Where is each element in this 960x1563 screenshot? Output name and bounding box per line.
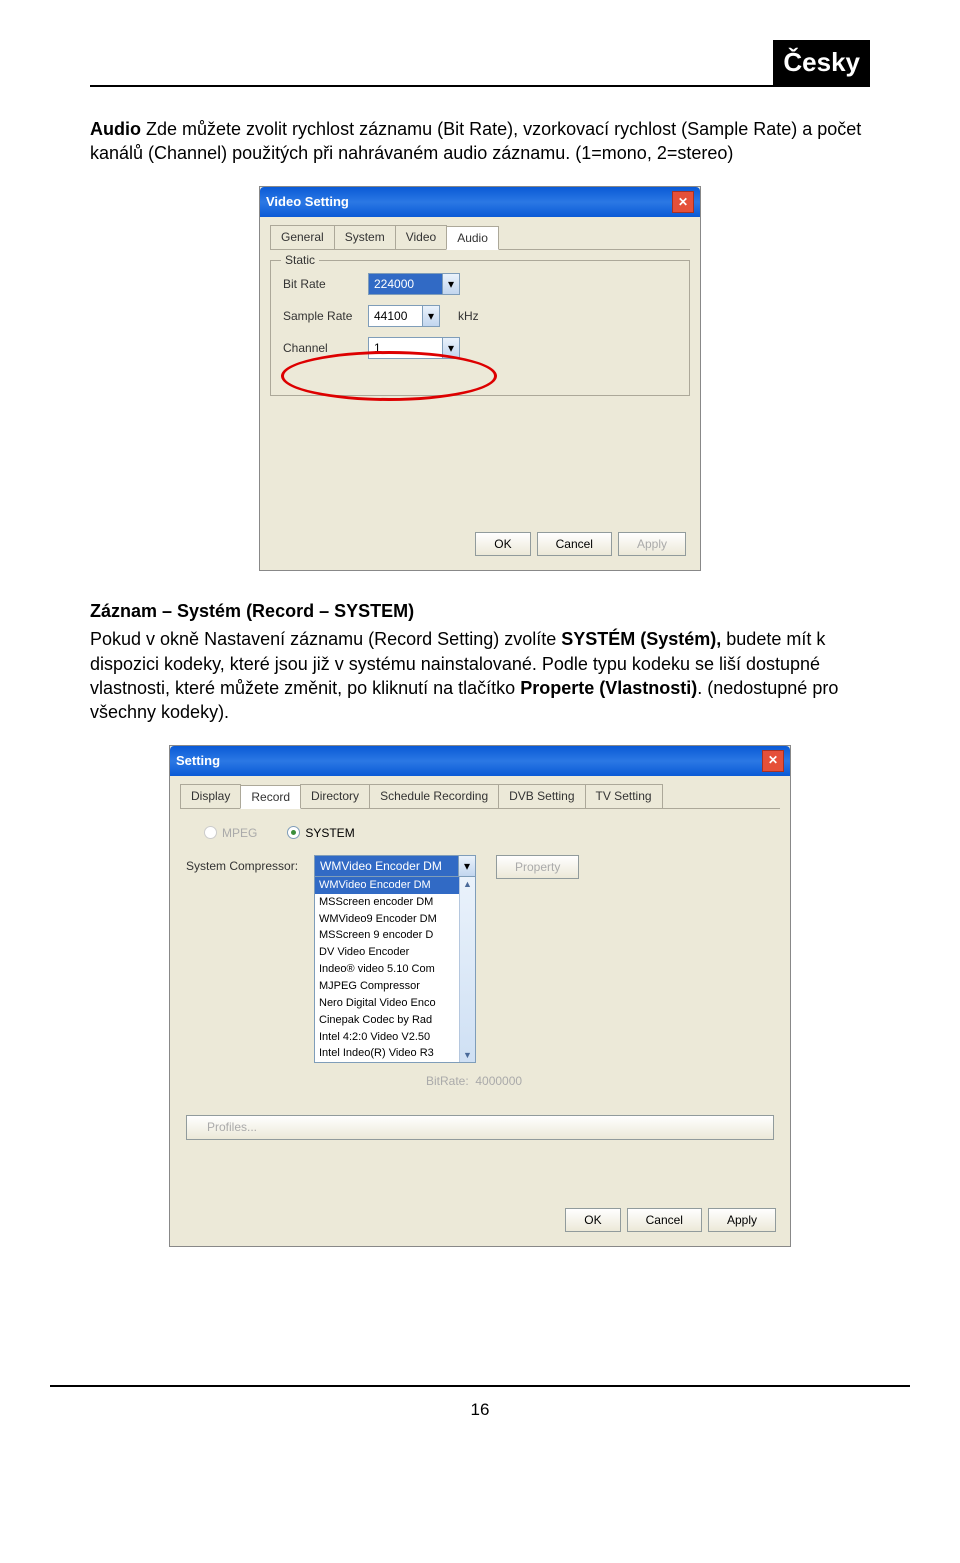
- tab-general[interactable]: General: [270, 225, 335, 249]
- bitrate2-value: 4000000: [475, 1074, 522, 1088]
- record-system-heading: Záznam – Systém (Record – SYSTEM): [90, 599, 870, 623]
- language-badge: Česky: [773, 40, 870, 85]
- bitrate-label: Bit Rate: [283, 276, 368, 292]
- syscomp-combo[interactable]: WMVideo Encoder DM ▾: [314, 855, 476, 877]
- tab-video[interactable]: Video: [395, 225, 447, 249]
- cancel-button[interactable]: Cancel: [537, 532, 612, 556]
- p2-text-a: Pokud v okně Nastavení záznamu (Record S…: [90, 629, 561, 649]
- scroll-down-icon: ▼: [460, 1047, 475, 1062]
- tab-directory[interactable]: Directory: [300, 784, 370, 808]
- channel-label: Channel: [283, 340, 368, 356]
- list-item[interactable]: Indeo® video 5.10 Com: [315, 961, 475, 978]
- cancel-button[interactable]: Cancel: [627, 1208, 702, 1232]
- list-item[interactable]: WMVideo9 Encoder DM: [315, 911, 475, 928]
- chevron-down-icon: ▾: [458, 856, 475, 876]
- paragraph-audio: Audio Zde můžete zvolit rychlost záznamu…: [90, 117, 870, 166]
- chevron-down-icon: ▾: [442, 338, 459, 358]
- list-item[interactable]: MSScreen encoder DM: [315, 894, 475, 911]
- header-rule: [90, 85, 870, 87]
- tab-record[interactable]: Record: [240, 785, 301, 809]
- p2-bold-2: Properte (Vlastnosti): [520, 678, 697, 698]
- bitrate-combo[interactable]: 224000 ▾: [368, 273, 460, 295]
- audio-text: Zde můžete zvolit rychlost záznamu (Bit …: [90, 119, 861, 163]
- list-item[interactable]: MJPEG Compressor: [315, 978, 475, 995]
- close-icon[interactable]: ✕: [672, 191, 694, 213]
- radio-mpeg-label: MPEG: [222, 825, 257, 841]
- ok-button[interactable]: OK: [475, 532, 530, 556]
- close-icon[interactable]: ✕: [762, 750, 784, 772]
- scroll-up-icon: ▲: [460, 877, 475, 892]
- video-setting-dialog: Video Setting ✕ General System Video Aud…: [259, 186, 701, 571]
- samplerate-value: 44100: [369, 306, 422, 326]
- dialog2-title: Setting: [176, 752, 220, 770]
- dialog2-tabs: Display Record Directory Schedule Record…: [180, 784, 780, 809]
- samplerate-combo[interactable]: 44100 ▾: [368, 305, 440, 327]
- list-item[interactable]: MSScreen 9 encoder D: [315, 927, 475, 944]
- setting-dialog: Setting ✕ Display Record Directory Sched…: [169, 745, 791, 1247]
- list-item[interactable]: WMVideo Encoder DM: [315, 877, 475, 894]
- syscomp-label: System Compressor:: [186, 855, 314, 874]
- apply-button[interactable]: Apply: [708, 1208, 776, 1232]
- tab-audio[interactable]: Audio: [446, 226, 499, 250]
- tab-display[interactable]: Display: [180, 784, 241, 808]
- tab-schedule[interactable]: Schedule Recording: [369, 784, 499, 808]
- apply-button[interactable]: Apply: [618, 532, 686, 556]
- samplerate-unit: kHz: [458, 308, 479, 324]
- syscomp-value: WMVideo Encoder DM: [315, 856, 458, 876]
- tab-system[interactable]: System: [334, 225, 396, 249]
- radio-system[interactable]: SYSTEM: [287, 825, 354, 841]
- ok-button[interactable]: OK: [565, 1208, 620, 1232]
- dialog1-title: Video Setting: [266, 193, 349, 211]
- scrollbar[interactable]: ▲ ▼: [459, 877, 475, 1062]
- audio-bold: Audio: [90, 119, 141, 139]
- static-group-label: Static: [281, 252, 319, 268]
- channel-value: 1: [369, 338, 442, 358]
- list-item[interactable]: DV Video Encoder: [315, 944, 475, 961]
- list-item[interactable]: Nero Digital Video Enco: [315, 995, 475, 1012]
- list-item[interactable]: Cinepak Codec by Rad: [315, 1012, 475, 1029]
- list-item[interactable]: Intel 4:2:0 Video V2.50: [315, 1029, 475, 1046]
- chevron-down-icon: ▾: [422, 306, 439, 326]
- dialog1-titlebar: Video Setting ✕: [260, 187, 700, 217]
- property-button[interactable]: Property: [496, 855, 579, 879]
- chevron-down-icon: ▾: [442, 274, 459, 294]
- codec-dropdown-list[interactable]: WMVideo Encoder DM MSScreen encoder DM W…: [314, 876, 476, 1063]
- samplerate-label: Sample Rate: [283, 308, 368, 324]
- bitrate-value: 224000: [369, 274, 442, 294]
- page-number: 16: [0, 1387, 960, 1462]
- tab-tv[interactable]: TV Setting: [585, 784, 663, 808]
- channel-combo[interactable]: 1 ▾: [368, 337, 460, 359]
- bitrate2-label: BitRate:: [426, 1074, 469, 1088]
- dialog1-tabs: General System Video Audio: [270, 225, 690, 250]
- radio-system-label: SYSTEM: [305, 825, 354, 841]
- radio-mpeg[interactable]: MPEG: [204, 825, 257, 841]
- tab-dvb[interactable]: DVB Setting: [498, 784, 585, 808]
- list-item[interactable]: Intel Indeo(R) Video R3: [315, 1045, 475, 1062]
- dialog2-titlebar: Setting ✕: [170, 746, 790, 776]
- profiles-button[interactable]: Profiles...: [186, 1115, 774, 1139]
- p2-bold-1: SYSTÉM (Systém),: [561, 629, 721, 649]
